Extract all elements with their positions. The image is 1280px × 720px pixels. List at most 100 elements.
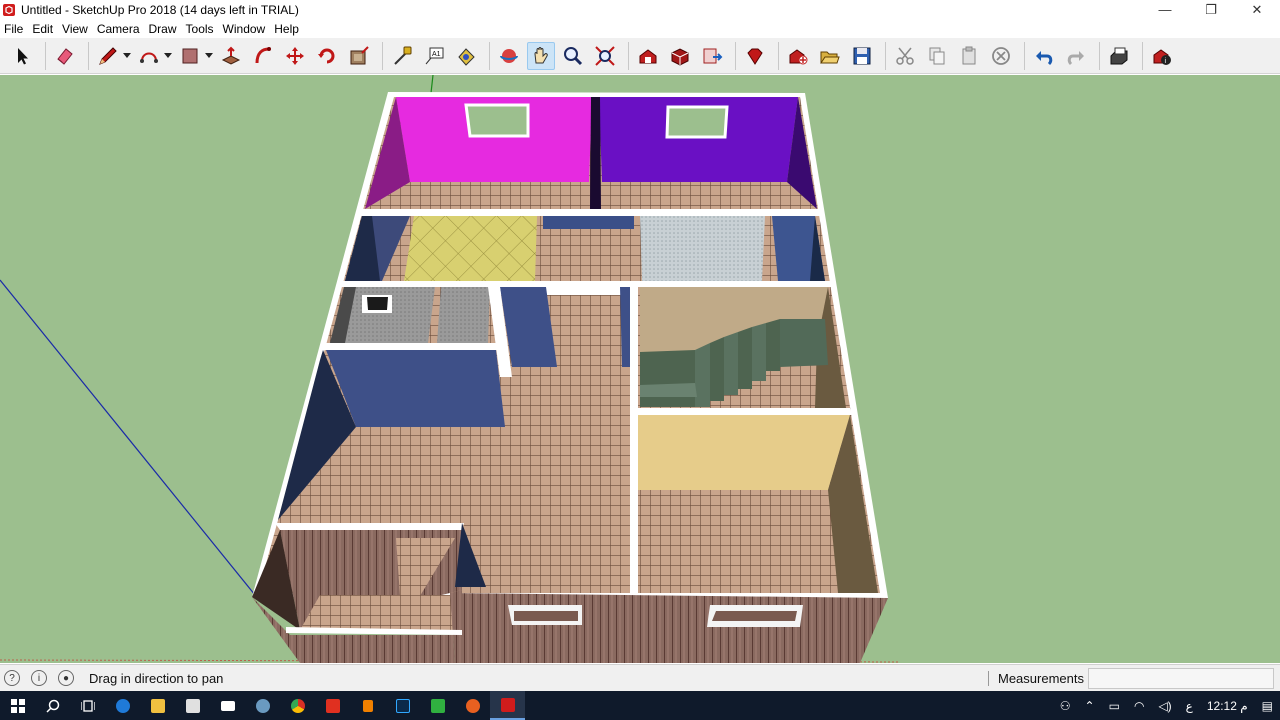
account-icon[interactable]: ● — [58, 670, 74, 686]
shape-dropdown[interactable] — [204, 42, 213, 70]
rectangle-tool[interactable] — [176, 42, 204, 70]
sketchup-app[interactable] — [490, 691, 525, 720]
ruby-console-button[interactable] — [741, 42, 769, 70]
send-to-layout-button[interactable] — [698, 42, 726, 70]
stair-top-landing — [780, 319, 828, 367]
stair-landing — [640, 350, 695, 407]
battery-icon[interactable]: ▭ — [1109, 699, 1120, 713]
tape-measure-icon — [394, 46, 412, 65]
pan-tool[interactable] — [527, 41, 555, 70]
file-explorer-app[interactable] — [140, 691, 175, 720]
vlc-icon — [362, 699, 373, 712]
mail-app[interactable] — [210, 691, 245, 720]
menu-tools[interactable]: Tools — [186, 22, 220, 36]
paint-bucket-tool[interactable] — [452, 42, 480, 70]
zoom-extents-tool[interactable] — [591, 42, 619, 70]
menu-draw[interactable]: Draw — [149, 22, 183, 36]
orbit-tool[interactable] — [495, 42, 523, 70]
measurements-input[interactable] — [1088, 668, 1274, 689]
new-button[interactable] — [784, 42, 812, 70]
extension-warehouse-button[interactable] — [666, 42, 694, 70]
toolbar-separator — [1142, 41, 1143, 70]
tape-measure-tool[interactable] — [388, 42, 416, 70]
text-tool[interactable]: A1 — [420, 42, 448, 70]
input-language[interactable]: ع — [1186, 699, 1193, 713]
photos-app[interactable] — [245, 691, 280, 720]
menu-window[interactable]: Window — [223, 22, 272, 36]
offset-tool[interactable] — [345, 42, 373, 70]
task-view-button[interactable] — [70, 691, 105, 720]
minimize-button[interactable]: — — [1142, 0, 1188, 19]
firefox-app[interactable] — [455, 691, 490, 720]
eraser-tool[interactable] — [51, 42, 79, 70]
push-pull-tool[interactable] — [217, 42, 245, 70]
undo-button[interactable] — [1030, 42, 1058, 70]
print-button[interactable] — [1105, 42, 1133, 70]
cut-button[interactable] — [891, 42, 919, 70]
credits-icon[interactable]: i — [31, 670, 47, 686]
save-icon — [853, 47, 871, 64]
wifi-icon[interactable]: ◠ — [1134, 699, 1144, 713]
start-button[interactable] — [0, 691, 35, 720]
edge-app[interactable] — [105, 691, 140, 720]
select-tool[interactable] — [8, 42, 36, 70]
clock[interactable]: 12:12 م — [1207, 699, 1248, 713]
sketchup-window: Untitled - SketchUp Pro 2018 (14 days le… — [0, 0, 1280, 720]
geo-location-icon[interactable]: ? — [4, 670, 20, 686]
pencil-dropdown[interactable] — [122, 42, 131, 70]
firefox-icon — [465, 698, 480, 713]
toolbar-separator — [1024, 41, 1025, 70]
toolbar-separator — [88, 41, 89, 70]
menu-camera[interactable]: Camera — [97, 22, 146, 36]
rotate-tool[interactable] — [313, 42, 341, 70]
close-button[interactable]: ✕ — [1234, 0, 1280, 19]
store-app[interactable] — [175, 691, 210, 720]
vlc-app[interactable] — [350, 691, 385, 720]
save-button[interactable] — [848, 42, 876, 70]
camtasia-app[interactable] — [420, 691, 455, 720]
stair-step-2 — [710, 337, 724, 401]
erase-button[interactable] — [987, 42, 1015, 70]
zoom-tool[interactable] — [559, 42, 587, 70]
photoshop-app[interactable] — [385, 691, 420, 720]
paste-button[interactable] — [955, 42, 983, 70]
warehouse-button[interactable] — [634, 42, 662, 70]
move-icon — [286, 46, 304, 65]
paint-bucket-icon — [458, 47, 475, 66]
sketchup-logo-icon — [3, 3, 15, 16]
corridor-floor-1 — [546, 229, 588, 281]
open-button[interactable] — [816, 42, 844, 70]
redo-button[interactable] — [1062, 42, 1090, 70]
red-app[interactable] — [315, 691, 350, 720]
notifications-icon[interactable]: ▤ — [1262, 699, 1273, 713]
menu-view[interactable]: View — [62, 22, 94, 36]
model-viewport[interactable] — [0, 75, 1280, 663]
svg-text:A1: A1 — [432, 51, 441, 58]
volume-icon[interactable]: ◁) — [1158, 699, 1171, 713]
people-icon[interactable]: ⚇ — [1060, 699, 1071, 713]
measurements-label: Measurements — [998, 671, 1084, 686]
tray-chevron-icon[interactable]: ⌃ — [1085, 699, 1095, 713]
stair-step-5 — [752, 323, 766, 381]
photoshop-icon — [395, 698, 410, 713]
app-red-icon — [325, 698, 340, 713]
stair-step-1 — [695, 343, 710, 407]
pencil-tool[interactable] — [94, 42, 122, 70]
model-info-button[interactable]: i — [1148, 42, 1176, 70]
interior-wall-4 — [633, 408, 852, 415]
toolbar-separator — [45, 41, 46, 70]
corridor-floor-2 — [597, 229, 632, 281]
chrome-app[interactable] — [280, 691, 315, 720]
arc-tool[interactable] — [135, 42, 163, 70]
menu-help[interactable]: Help — [274, 22, 305, 36]
toolbar-separator — [885, 41, 886, 70]
follow-me-tool[interactable] — [249, 42, 277, 70]
menu-edit[interactable]: Edit — [32, 22, 59, 36]
model-info-icon: i — [1153, 48, 1171, 65]
move-tool[interactable] — [281, 42, 309, 70]
menu-file[interactable]: File — [4, 22, 29, 36]
arc-dropdown[interactable] — [163, 42, 172, 70]
search-button[interactable] — [35, 691, 70, 720]
restore-button[interactable]: ❐ — [1188, 0, 1234, 19]
copy-button[interactable] — [923, 42, 951, 70]
